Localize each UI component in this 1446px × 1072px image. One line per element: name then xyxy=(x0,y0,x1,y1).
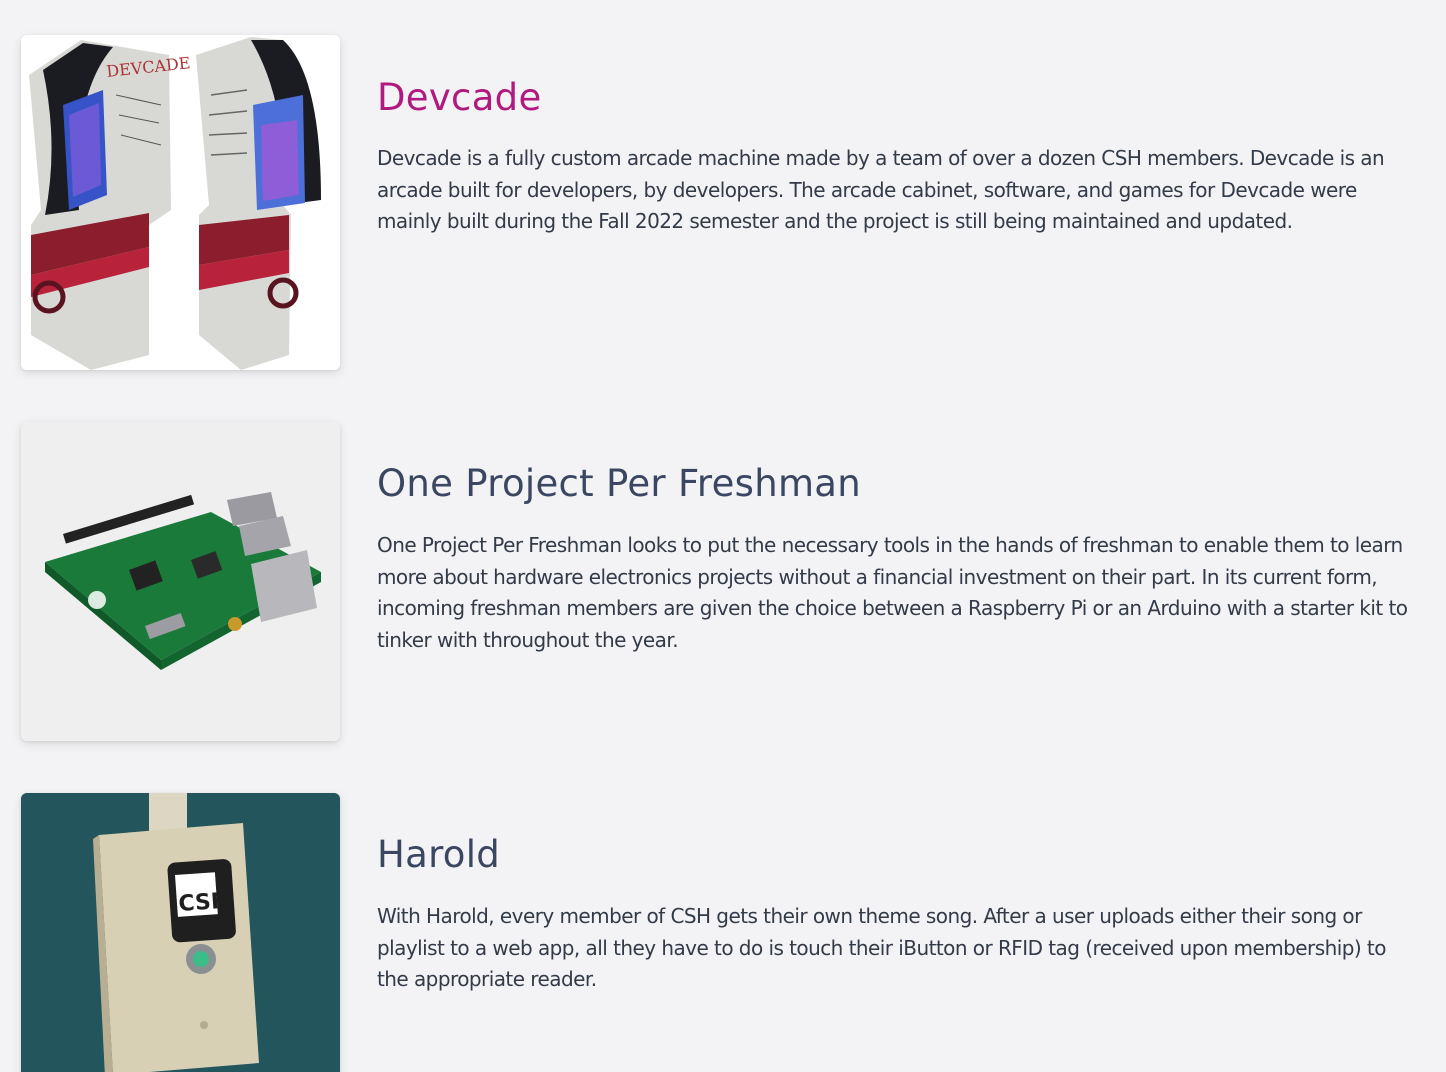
raspberry-pi-board-photo xyxy=(21,422,340,741)
rfid-reader-photo: CSH xyxy=(21,793,340,1072)
arcade-cabinet-photo: DEVCADE xyxy=(21,35,340,370)
project-title: Harold xyxy=(377,833,501,876)
project-description: Devcade is a fully custom arcade machine… xyxy=(377,146,1385,233)
projects-page: DEVCADE Devcade Devcade is a fully custo… xyxy=(0,0,1446,1072)
project-title: Devcade xyxy=(377,76,542,119)
csh-logo-text: CSH xyxy=(178,889,230,917)
devcade-image[interactable]: DEVCADE xyxy=(21,35,340,370)
project-description: One Project Per Freshman looks to put th… xyxy=(377,533,1408,652)
harold-image[interactable]: CSH xyxy=(21,793,340,1072)
project-description: With Harold, every member of CSH gets th… xyxy=(377,904,1386,991)
project-title: One Project Per Freshman xyxy=(377,462,862,505)
oppf-image[interactable] xyxy=(21,422,340,741)
